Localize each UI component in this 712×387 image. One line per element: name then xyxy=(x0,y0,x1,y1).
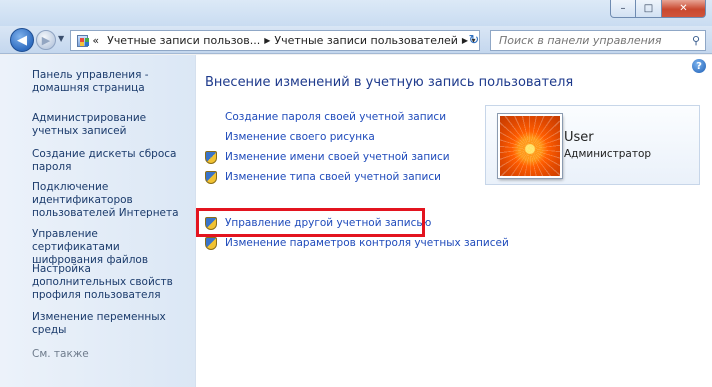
recent-pages-dropdown[interactable]: ▼ xyxy=(58,34,64,43)
task-change-name[interactable]: Изменение имени своей учетной записи xyxy=(205,149,450,165)
highlight-box xyxy=(196,208,425,237)
window-controls: – □ ✕ xyxy=(610,0,706,18)
sidebar: Панель управления - домашняя страница Ад… xyxy=(0,55,196,387)
page-title: Внесение изменений в учетную запись поль… xyxy=(205,75,574,90)
user-name: User xyxy=(564,130,594,145)
maximize-button[interactable]: □ xyxy=(636,0,662,18)
back-button[interactable]: ◀ xyxy=(10,28,34,52)
sidebar-item-control-panel-home[interactable]: Панель управления - домашняя страница xyxy=(32,69,188,95)
task-change-account-type[interactable]: Изменение типа своей учетной записи xyxy=(205,169,441,185)
user-card: User Администратор xyxy=(485,105,700,185)
refresh-button[interactable]: ↻ xyxy=(462,30,486,51)
task-label[interactable]: Изменение параметров контроля учетных за… xyxy=(225,237,509,249)
see-also-heading: См. также xyxy=(32,348,89,360)
search-icon[interactable]: ⚲ xyxy=(687,34,705,47)
uac-shield-icon xyxy=(205,150,217,164)
task-uac-settings[interactable]: Изменение параметров контроля учетных за… xyxy=(205,235,509,251)
search-input[interactable] xyxy=(491,34,687,47)
sidebar-item-password-reset-disk[interactable]: Создание дискеты сброса пароля xyxy=(32,148,188,174)
sidebar-item-online-ids[interactable]: Подключение идентификаторов пользователе… xyxy=(32,181,188,220)
sidebar-item-encryption-certificates[interactable]: Управление сертификатами шифрования файл… xyxy=(32,228,188,267)
task-label[interactable]: Изменение типа своей учетной записи xyxy=(225,171,441,183)
forward-button[interactable]: ▶ xyxy=(36,30,56,50)
sidebar-item-manage-accounts[interactable]: Администрирование учетных записей xyxy=(32,112,188,138)
task-label[interactable]: Создание пароля своей учетной записи xyxy=(225,111,446,123)
minimize-button[interactable]: – xyxy=(610,0,636,18)
task-create-password[interactable]: Создание пароля своей учетной записи xyxy=(205,109,446,125)
uac-shield-icon xyxy=(205,170,217,184)
search-box[interactable]: ⚲ xyxy=(490,30,706,51)
uac-shield-icon xyxy=(205,236,217,250)
task-label[interactable]: Изменение своего рисунка xyxy=(225,131,375,143)
user-role: Администратор xyxy=(564,148,652,160)
content-area: Панель управления - домашняя страница Ад… xyxy=(0,55,712,387)
navigation-bar: ◀ ▶ ▼ « Учетные записи пользов... ▶ Учет… xyxy=(0,26,712,54)
window-title-bar: – □ ✕ xyxy=(0,0,712,26)
task-label[interactable]: Изменение имени своей учетной записи xyxy=(225,151,450,163)
help-icon[interactable]: ? xyxy=(692,59,706,73)
breadcrumb-user-accounts-parent[interactable]: Учетные записи пользов... xyxy=(103,34,264,47)
task-change-picture[interactable]: Изменение своего рисунка xyxy=(205,129,375,145)
avatar[interactable] xyxy=(498,114,562,178)
close-button[interactable]: ✕ xyxy=(662,0,706,18)
sidebar-item-environment-variables[interactable]: Изменение переменных среды xyxy=(32,311,188,337)
breadcrumb-user-accounts[interactable]: Учетные записи пользователей xyxy=(270,34,462,47)
breadcrumb-overflow[interactable]: « xyxy=(88,34,103,47)
control-panel-icon xyxy=(77,34,89,47)
address-bar[interactable]: « Учетные записи пользов... ▶ Учетные за… xyxy=(70,30,480,51)
sidebar-item-profile-properties[interactable]: Настройка дополнительных свойств профиля… xyxy=(32,263,188,302)
